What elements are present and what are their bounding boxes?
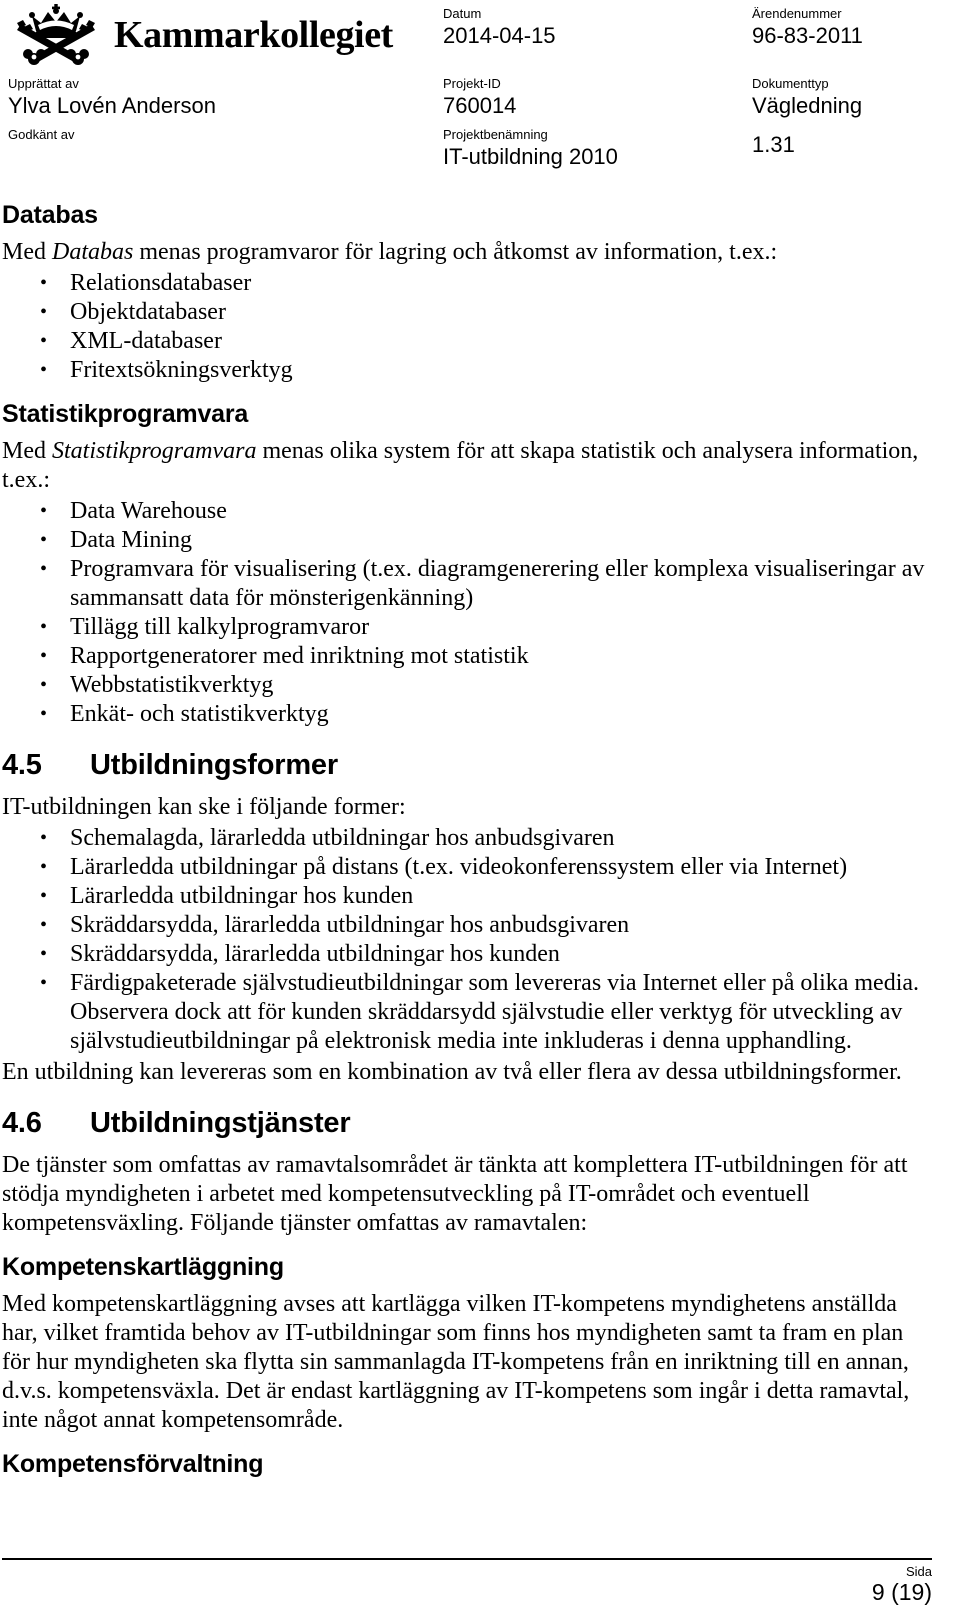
version-value: 1.31 <box>752 132 795 157</box>
list-item: Rapportgeneratorer med inriktning mot st… <box>2 642 934 671</box>
list-utbildningsformer: Schemalagda, lärarledda utbildningar hos… <box>2 824 934 1056</box>
dokumenttyp-label: Dokumenttyp <box>752 76 829 91</box>
paragraph-4-6-intro: De tjänster som omfattas av ramavtalsomr… <box>2 1152 908 1236</box>
list-item: Skräddarsydda, lärarledda utbildningar h… <box>2 940 934 969</box>
section-number-4-5: 4.5 <box>2 749 42 781</box>
list-item: Data Mining <box>2 526 934 555</box>
list-item: Skräddarsydda, lärarledda utbildningar h… <box>2 911 934 940</box>
document-body: Databas Med Databas menas programvaror f… <box>2 186 934 1487</box>
list-item: Data Warehouse <box>2 497 934 526</box>
datum-value: 2014-04-15 <box>443 23 556 48</box>
list-item: XML-databaser <box>2 327 934 356</box>
upprattat-av-value: Ylva Lovén Anderson <box>8 93 216 118</box>
header-field-projektbenamning: Projektbenämning IT-utbildning 2010 <box>443 127 618 170</box>
list-databas: Relationsdatabaser Objektdatabaser XML-d… <box>2 269 934 385</box>
paragraph-statistik-intro: Med Statistikprogramvara menas olika sys… <box>2 437 934 495</box>
document-header: Kammarkollegiet Datum 2014-04-15 Ärenden… <box>0 0 960 178</box>
list-item: Lärarledda utbildningar på distans (t.ex… <box>2 853 934 882</box>
heading-section-4-6: 4.6 Utbildningstjänster <box>2 1105 934 1141</box>
section-title-4-6: Utbildningstjänster <box>90 1107 351 1139</box>
header-field-version: 1.31 <box>752 131 795 158</box>
databas-intro-pre: Med <box>2 239 52 265</box>
arendenummer-label: Ärendenummer <box>752 6 842 21</box>
godkant-av-label: Godkänt av <box>8 127 75 142</box>
paragraph-4-5-intro: IT-utbildningen kan ske i följande forme… <box>2 794 406 820</box>
statistik-intro-pre: Med <box>2 438 52 464</box>
header-field-arendenummer: Ärendenummer 96-83-2011 <box>752 6 863 49</box>
page-value: 9 (19) <box>871 1579 932 1605</box>
header-field-dokumenttyp: Dokumenttyp Vägledning <box>752 76 862 119</box>
databas-intro-emphasis: Databas <box>52 239 134 265</box>
projekt-id-value: 760014 <box>443 93 517 118</box>
list-item: Webbstatistikverktyg <box>2 671 934 700</box>
header-field-projekt-id: Projekt-ID 760014 <box>443 76 516 119</box>
list-item: Programvara för visualisering (t.ex. dia… <box>2 555 934 613</box>
crown-crossed-keys-icon <box>8 4 104 66</box>
paragraph-databas-intro: Med Databas menas programvaror för lagri… <box>2 238 934 267</box>
upprattat-av-label: Upprättat av <box>8 76 79 91</box>
document-page: Kammarkollegiet Datum 2014-04-15 Ärenden… <box>0 0 960 1612</box>
heading-section-4-5: 4.5 Utbildningsformer <box>2 747 934 783</box>
page-number-block: Sida 9 (19) <box>2 1564 932 1606</box>
heading-databas: Databas <box>2 201 98 229</box>
list-item: Relationsdatabaser <box>2 269 934 298</box>
footer-divider <box>2 1558 932 1560</box>
list-item: Tillägg till kalkylprogramvaror <box>2 613 934 642</box>
projektbenamning-label: Projektbenämning <box>443 127 548 142</box>
list-item: Färdigpaketerade självstudieutbildningar… <box>2 969 934 1056</box>
list-item: Enkät- och statistikverktyg <box>2 700 934 729</box>
section-title-4-5: Utbildningsformer <box>90 749 338 781</box>
header-field-upprattat-av: Upprättat av Ylva Lovén Anderson <box>8 76 216 119</box>
datum-label: Datum <box>443 6 482 21</box>
databas-intro-post: menas programvaror för lagring och åtkom… <box>133 239 778 265</box>
organization-logo: Kammarkollegiet <box>8 4 393 66</box>
dokumenttyp-value: Vägledning <box>752 93 863 118</box>
heading-kompetenskartlaggning: Kompetenskartläggning <box>2 1253 284 1281</box>
arendenummer-value: 96-83-2011 <box>752 23 863 48</box>
header-field-godkant-av: Godkänt av <box>8 127 75 143</box>
statistik-intro-emphasis: Statistikprogramvara <box>52 438 257 464</box>
paragraph-kompetenskartlaggning: Med kompetenskartläggning avses att kart… <box>2 1291 910 1433</box>
heading-statistikprogramvara: Statistikprogramvara <box>2 400 249 428</box>
organization-name: Kammarkollegiet <box>114 14 393 56</box>
list-item: Fritextsökningsverktyg <box>2 356 934 385</box>
list-item: Schemalagda, lärarledda utbildningar hos… <box>2 824 934 853</box>
document-footer: Sida 9 (19) <box>2 1558 932 1606</box>
list-item: Lärarledda utbildningar hos kunden <box>2 882 934 911</box>
paragraph-4-5-outro: En utbildning kan levereras som en kombi… <box>2 1059 902 1085</box>
list-item: Objektdatabaser <box>2 298 934 327</box>
projektbenamning-value: IT-utbildning 2010 <box>443 144 618 169</box>
page-label: Sida <box>905 1564 932 1579</box>
header-field-datum: Datum 2014-04-15 <box>443 6 556 49</box>
projekt-id-label: Projekt-ID <box>443 76 501 91</box>
section-number-4-6: 4.6 <box>2 1107 42 1139</box>
list-statistikprogramvara: Data Warehouse Data Mining Programvara f… <box>2 497 934 729</box>
heading-kompetensforvaltning: Kompetensförvaltning <box>2 1450 264 1478</box>
